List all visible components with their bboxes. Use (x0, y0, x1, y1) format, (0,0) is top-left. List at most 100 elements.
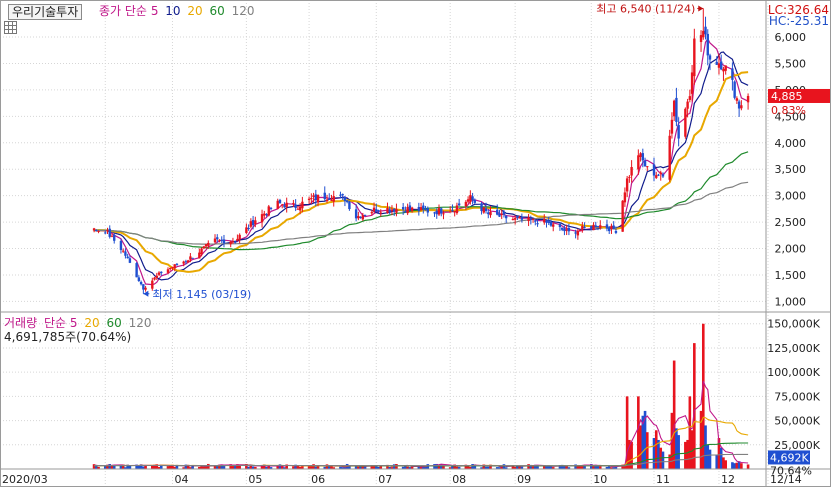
candle (699, 30, 703, 52)
candle (594, 221, 597, 228)
candle-body (487, 212, 490, 215)
volume-ma-lines (94, 380, 749, 468)
high-arrow-head (698, 5, 704, 12)
candle-body (229, 241, 232, 245)
candle-body (737, 101, 741, 109)
candle (625, 175, 629, 198)
candle-body (166, 269, 170, 273)
candle-body (520, 217, 524, 220)
candle-body (563, 228, 566, 232)
ma-line-5 (94, 37, 749, 286)
candle-body (641, 153, 645, 161)
candle (198, 248, 201, 259)
candle-body (473, 199, 477, 203)
candle (247, 224, 250, 231)
candle (466, 196, 470, 204)
candle-body (260, 214, 264, 223)
candle-body (139, 281, 143, 285)
candle-body (527, 217, 530, 222)
candle-body (722, 68, 725, 72)
candle-body (144, 287, 147, 290)
candle (702, 8, 705, 40)
candle-body (610, 225, 613, 230)
candle-body (108, 228, 111, 237)
price-tick-label: 1,000 (775, 295, 807, 308)
x-tick-label: 11 (656, 473, 670, 486)
candle-body (733, 81, 736, 98)
candle-body (135, 263, 138, 278)
candle (482, 207, 485, 214)
volume-bar (645, 432, 649, 469)
volume-bar (715, 454, 719, 469)
candle-body (296, 208, 300, 210)
candle-body (186, 260, 190, 263)
candle-body (715, 61, 718, 65)
candle-body (198, 252, 201, 259)
candle (314, 189, 318, 207)
candle-body (659, 172, 662, 174)
candle-body (113, 234, 116, 241)
candle-body (594, 225, 597, 228)
ma-label: 종가 단순 (99, 4, 147, 18)
ma-line-120 (94, 181, 749, 245)
candle-body (466, 199, 470, 202)
change-percent: 0.83% (771, 104, 806, 117)
candle-body (498, 213, 501, 217)
candle-body (263, 213, 266, 216)
candle-body (639, 153, 642, 158)
candle-body (207, 242, 210, 246)
candle-body (746, 95, 750, 103)
candle (285, 197, 288, 213)
candle (433, 211, 436, 217)
candle-body (160, 271, 163, 274)
candle (323, 186, 326, 201)
candle (186, 259, 190, 263)
candle (260, 209, 264, 228)
price-tick-label: 1,500 (775, 269, 807, 282)
candle (175, 263, 179, 266)
candle (737, 99, 741, 117)
candle (113, 233, 116, 244)
candle-body (408, 205, 412, 210)
candle (576, 228, 580, 240)
candle-body (471, 196, 474, 201)
stock-chart: 1,0001,5002,0002,5003,0003,5004,0004,500… (0, 0, 831, 487)
candle-body (457, 203, 461, 206)
candle-body (173, 264, 176, 268)
ma-legend[interactable]: 종가 단순 5 10 20 60 120 (99, 4, 255, 18)
candle-body (502, 211, 506, 215)
candle (294, 199, 297, 212)
high-annotation: 최고 6,540 (11/24) (596, 2, 695, 15)
grid-toggle-icon[interactable] (4, 21, 17, 34)
volume-bar (704, 425, 707, 469)
candle-body (560, 227, 564, 230)
volume-bar (471, 464, 474, 469)
candle-body (249, 221, 253, 227)
candle (511, 217, 515, 221)
candle (545, 220, 548, 228)
volume-bar (719, 447, 723, 469)
candle (392, 208, 396, 216)
current-volume-percent: 70.64% (770, 464, 812, 477)
x-tick-label: 05 (248, 473, 262, 486)
candle-body (128, 258, 132, 263)
candle (684, 107, 687, 139)
candle-body (543, 218, 546, 223)
candle (623, 187, 627, 207)
candle (688, 89, 692, 103)
volume-legend[interactable]: 거래량 단순 5 20 60 120 (4, 316, 151, 330)
candle (720, 54, 723, 71)
candle (357, 211, 360, 221)
volume-ma-label: 단순 (43, 316, 67, 330)
ma-line-10 (94, 51, 749, 281)
volume-bar (686, 439, 689, 469)
candle (558, 223, 562, 231)
candle (630, 160, 633, 183)
candle-body (688, 96, 692, 100)
candle-body (599, 225, 602, 228)
candle-body (406, 207, 409, 214)
x-tick-label: 12 (721, 473, 735, 486)
candle-body (675, 97, 678, 122)
stock-name[interactable]: 우리기술투자 (8, 4, 83, 20)
candle-body (307, 198, 311, 200)
